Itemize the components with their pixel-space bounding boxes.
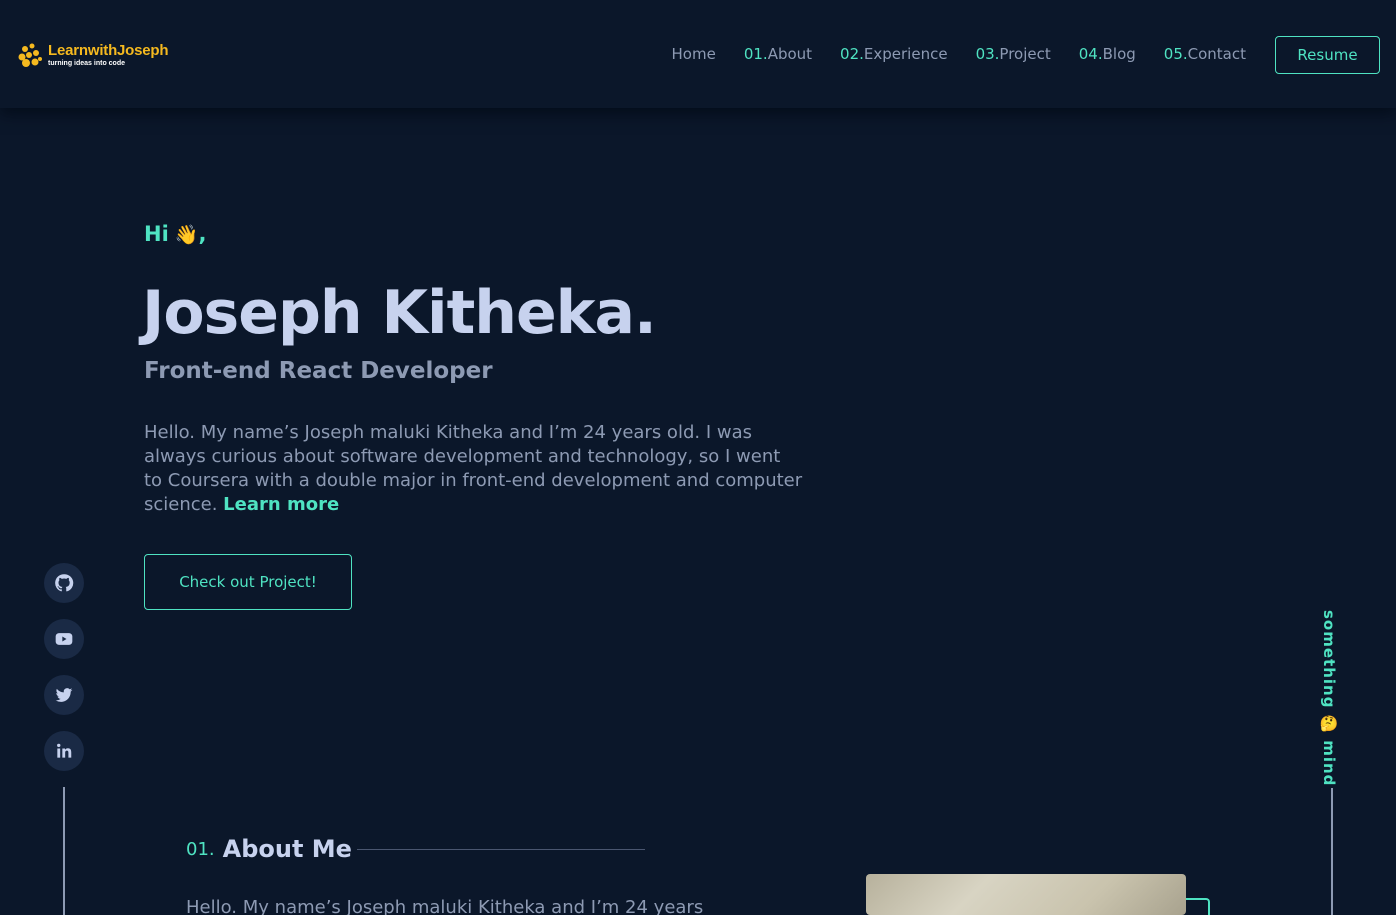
logo-icon: [18, 43, 42, 67]
greeting: Hi 👋 ,: [144, 222, 206, 246]
side-vertical-text[interactable]: something 🤔 mind: [1320, 610, 1338, 786]
nav-about[interactable]: 01.About: [744, 45, 812, 63]
social-divider-line: [63, 787, 65, 915]
youtube-icon: [55, 633, 73, 645]
nav-label: Experience: [863, 45, 948, 63]
side-divider-line: [1331, 788, 1333, 915]
about-text: Hello. My name’s Joseph maluki Kitheka a…: [186, 897, 704, 915]
linkedin-icon: [57, 743, 72, 758]
nav-number: 02.: [840, 45, 864, 63]
twitter-icon: [55, 688, 73, 702]
greeting-text: Hi: [144, 222, 169, 246]
nav-label: Project: [999, 45, 1051, 63]
nav-home[interactable]: Home: [672, 45, 716, 63]
about-heading: 01. About Me: [186, 835, 352, 863]
youtube-link[interactable]: [44, 619, 84, 659]
nav-number: 05.: [1163, 45, 1188, 63]
nav-experience[interactable]: 02.Experience: [840, 45, 948, 63]
nav-number: 01.: [743, 45, 768, 63]
learn-more-link[interactable]: Learn more: [223, 494, 339, 515]
logo-title: LearnwithJoseph: [48, 42, 169, 59]
nav-number: 03.: [975, 45, 1000, 63]
check-out-project-button[interactable]: Check out Project!: [144, 554, 352, 610]
social-links: [44, 563, 84, 787]
nav-label: Blog: [1102, 45, 1136, 63]
photo-frame-border: [1186, 898, 1210, 915]
about-number: 01.: [186, 838, 215, 860]
github-link[interactable]: [44, 563, 84, 603]
site-header: LearnwithJoseph turning ideas into code …: [0, 0, 1396, 108]
linkedin-link[interactable]: [44, 731, 84, 771]
hero-role: Front-end React Developer: [144, 358, 493, 384]
nav-contact[interactable]: 05.Contact: [1164, 45, 1246, 63]
github-icon: [55, 574, 74, 592]
waving-hand-icon: 👋: [174, 223, 199, 246]
logo-tagline: turning ideas into code: [48, 60, 126, 67]
nav-number: 04.: [1078, 45, 1103, 63]
greeting-punct: ,: [198, 222, 207, 246]
hero-name: Joseph Kitheka.: [142, 278, 657, 348]
twitter-link[interactable]: [44, 675, 84, 715]
nav-blog[interactable]: 04.Blog: [1079, 45, 1136, 63]
hero-bio: Hello. My name’s Joseph maluki Kitheka a…: [144, 421, 804, 517]
main-nav: Home 01.About 02.Experience 03.Project 0…: [644, 45, 1246, 63]
profile-photo: [866, 874, 1186, 915]
about-title: About Me: [222, 835, 352, 863]
about-divider: [357, 849, 645, 850]
nav-project[interactable]: 03.Project: [976, 45, 1051, 63]
resume-button[interactable]: Resume: [1275, 36, 1380, 74]
site-logo[interactable]: LearnwithJoseph turning ideas into code: [16, 40, 169, 70]
nav-label: About: [767, 45, 813, 63]
nav-label: Contact: [1187, 45, 1246, 63]
